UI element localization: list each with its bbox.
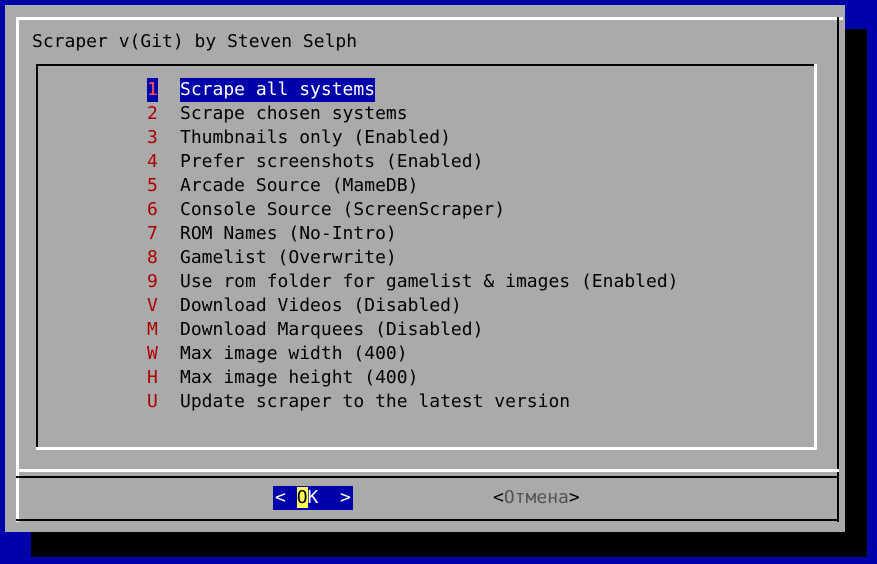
cancel-button-open: <	[493, 487, 504, 508]
menu-item-max-width[interactable]: W Max image width (400)	[147, 342, 679, 366]
frame-right-border	[837, 17, 839, 522]
button-bar: < OK > <Отмена>	[5, 486, 845, 510]
menu-item-update-scraper[interactable]: U Update scraper to the latest version	[147, 390, 679, 414]
menu-item-key: 9	[147, 271, 158, 292]
menu-item-label: Download Marquees (Disabled)	[180, 319, 484, 340]
menu-item-label: Scrape chosen systems	[180, 103, 408, 124]
menu-item-max-height[interactable]: H Max image height (400)	[147, 366, 679, 390]
menu-item-thumbnails[interactable]: 3 Thumbnails only (Enabled)	[147, 126, 679, 150]
menu-item-key: 5	[147, 175, 158, 196]
menu-item-label: Max image height (400)	[180, 367, 419, 388]
ok-button-hotkey: O	[296, 487, 308, 508]
menu-item-gamelist[interactable]: 8 Gamelist (Overwrite)	[147, 246, 679, 270]
menu-item-console-source[interactable]: 6 Console Source (ScreenScraper)	[147, 198, 679, 222]
menu-item-label: Use rom folder for gamelist & images (En…	[180, 271, 679, 292]
menu-item-key: U	[147, 391, 158, 412]
scraper-menu: 1 Scrape all systems 2 Scrape chosen syste…	[147, 78, 679, 414]
cancel-button-label: Отмена	[503, 487, 569, 508]
menu-item-key: M	[147, 319, 158, 340]
menu-item-arcade-source[interactable]: 5 Arcade Source (MameDB)	[147, 174, 679, 198]
menu-item-download-videos[interactable]: V Download Videos (Disabled)	[147, 294, 679, 318]
frame-left-border	[16, 17, 19, 522]
cancel-button[interactable]: <Отмена>	[493, 486, 580, 510]
menu-item-key: V	[147, 295, 158, 316]
menu-item-key: 1	[147, 78, 158, 102]
menu-item-label: Prefer screenshots (Enabled)	[180, 151, 484, 172]
menu-item-rom-folder[interactable]: 9 Use rom folder for gamelist & images (E…	[147, 270, 679, 294]
menu-item-key: W	[147, 343, 158, 364]
menu-box-left	[36, 64, 38, 449]
menu-item-key: 2	[147, 103, 158, 124]
menu-item-key: 6	[147, 199, 158, 220]
menu-item-key: 7	[147, 223, 158, 244]
menu-item-prefer-screenshots[interactable]: 4 Prefer screenshots (Enabled)	[147, 150, 679, 174]
ok-button-rest: K >	[307, 487, 351, 508]
menu-box-bottom	[36, 447, 817, 450]
menu-item-key: H	[147, 367, 158, 388]
menu-item-label: Download Videos (Disabled)	[180, 295, 462, 316]
menu-item-label: Thumbnails only (Enabled)	[180, 127, 451, 148]
menu-item-label: Update scraper to the latest version	[180, 391, 571, 412]
menu-item-rom-names[interactable]: 7 ROM Names (No-Intro)	[147, 222, 679, 246]
dialog-title: Scraper v(Git) by Steven Selph	[32, 31, 358, 52]
menu-item-label: ROM Names (No-Intro)	[180, 223, 397, 244]
menu-item-key: 4	[147, 151, 158, 172]
menu-box-top	[36, 64, 816, 66]
button-separator-shadow	[16, 476, 839, 478]
menu-item-label: Scrape all systems	[180, 78, 376, 102]
ok-button-left: <	[275, 487, 297, 508]
menu-box-right	[814, 64, 817, 450]
menu-item-label: Gamelist (Overwrite)	[180, 247, 397, 268]
cancel-button-close: >	[568, 487, 580, 508]
menu-item-key: 8	[147, 247, 158, 268]
ok-button[interactable]: < OK >	[273, 486, 353, 510]
frame-top-border	[16, 17, 843, 20]
button-separator	[16, 469, 839, 472]
menu-item-scrape-chosen[interactable]: 2 Scrape chosen systems	[147, 102, 679, 126]
menu-item-download-marquees[interactable]: M Download Marquees (Disabled)	[147, 318, 679, 342]
menu-item-label: Console Source (ScreenScraper)	[180, 199, 506, 220]
scraper-dialog: Scraper v(Git) by Steven Selph 1 Scrape a…	[5, 5, 845, 532]
menu-item-label: Arcade Source (MameDB)	[180, 175, 419, 196]
menu-item-label: Max image width (400)	[180, 343, 408, 364]
menu-item-key: 3	[147, 127, 158, 148]
frame-bottom-border	[16, 519, 839, 521]
menu-item-scrape-all[interactable]: 1 Scrape all systems	[147, 78, 679, 102]
